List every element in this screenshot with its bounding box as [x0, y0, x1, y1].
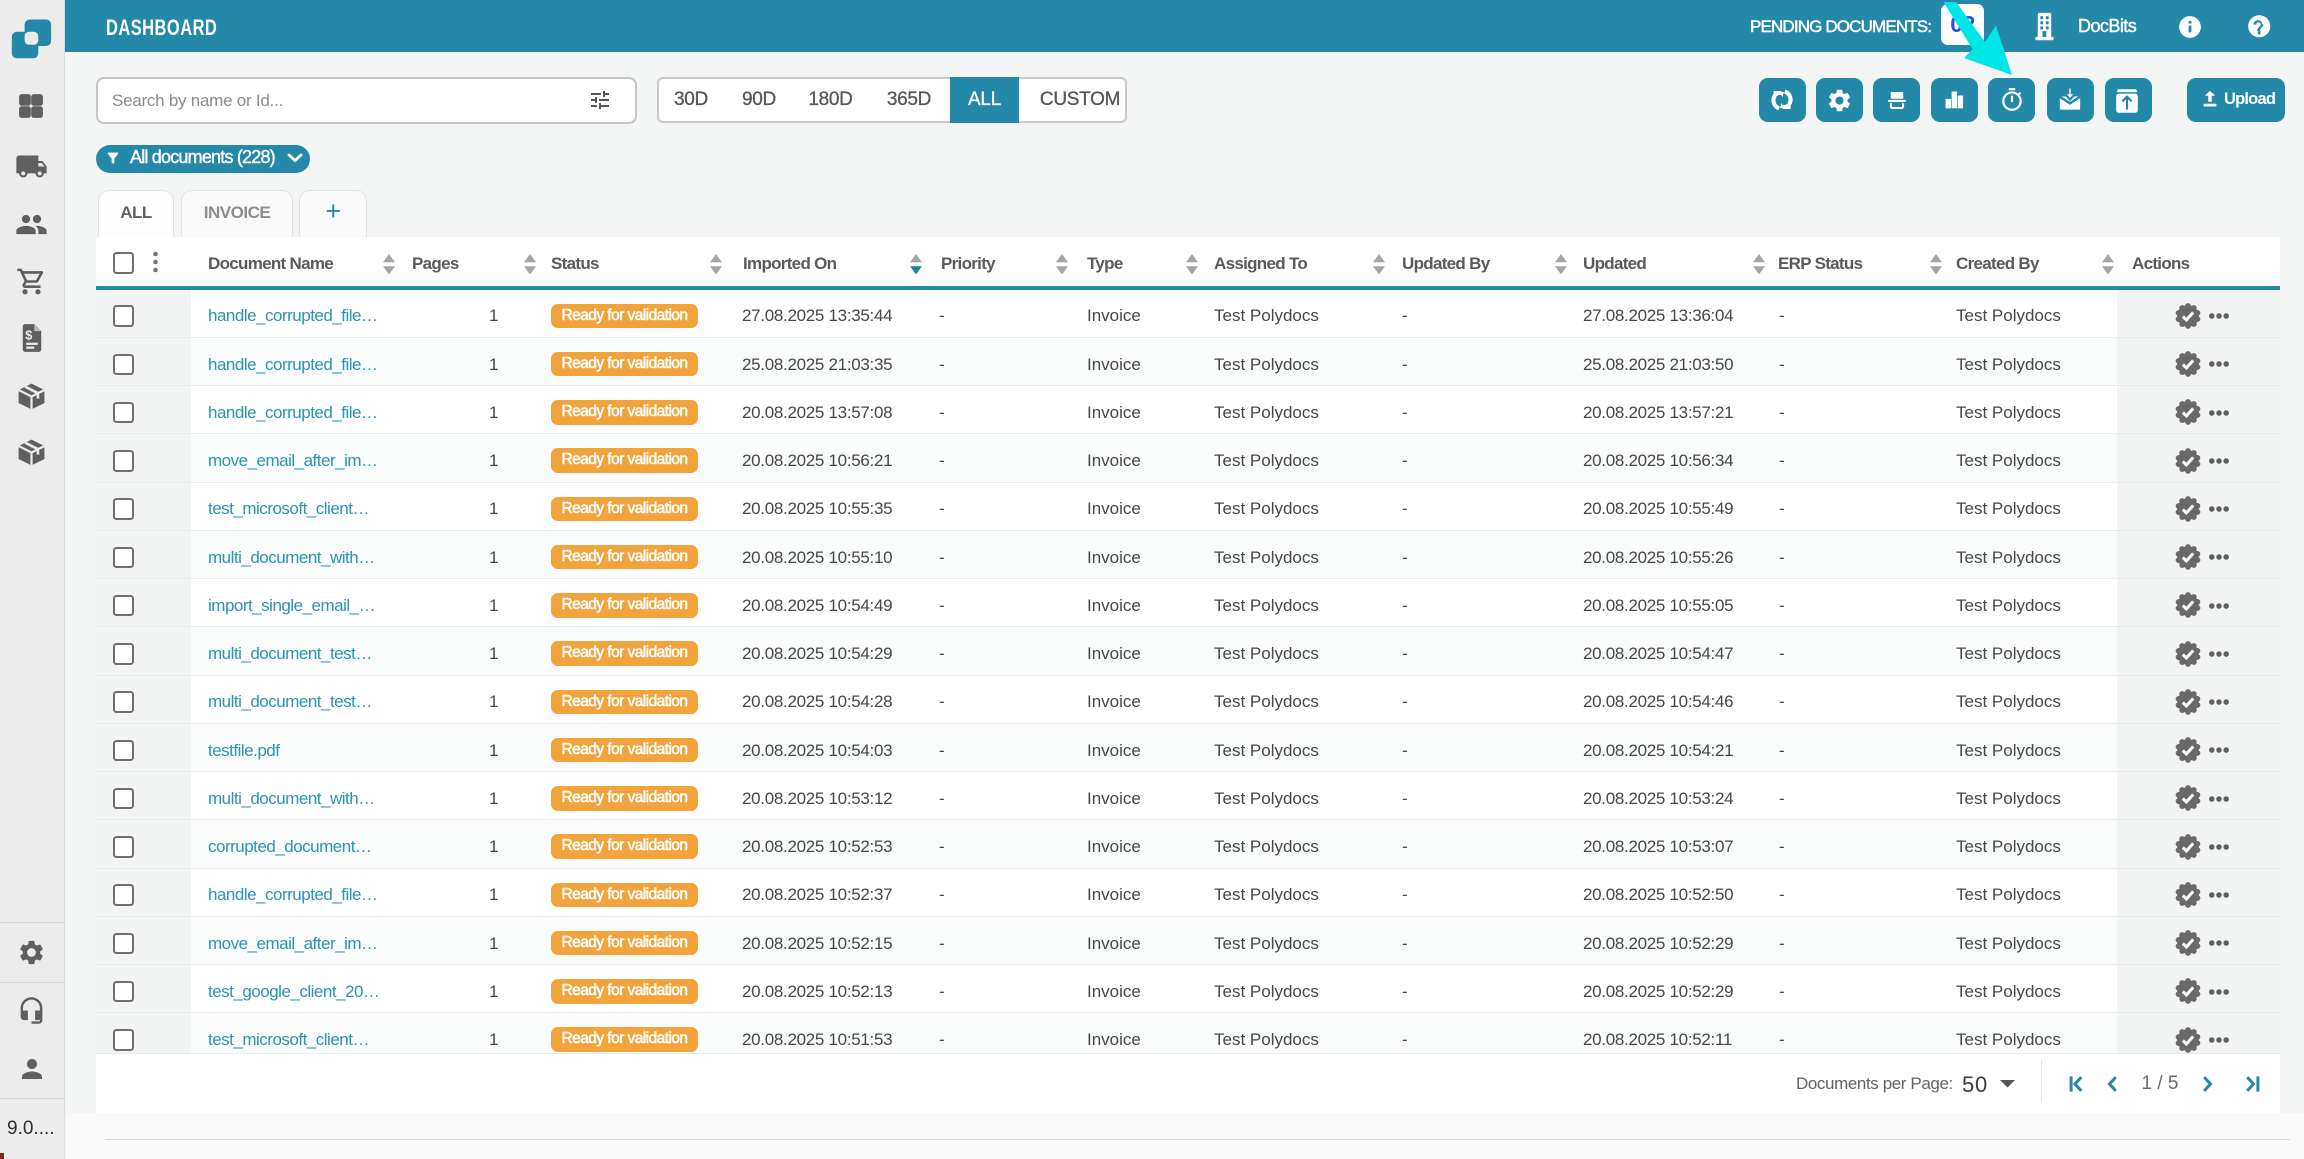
svg-text:$: $ [25, 329, 32, 343]
